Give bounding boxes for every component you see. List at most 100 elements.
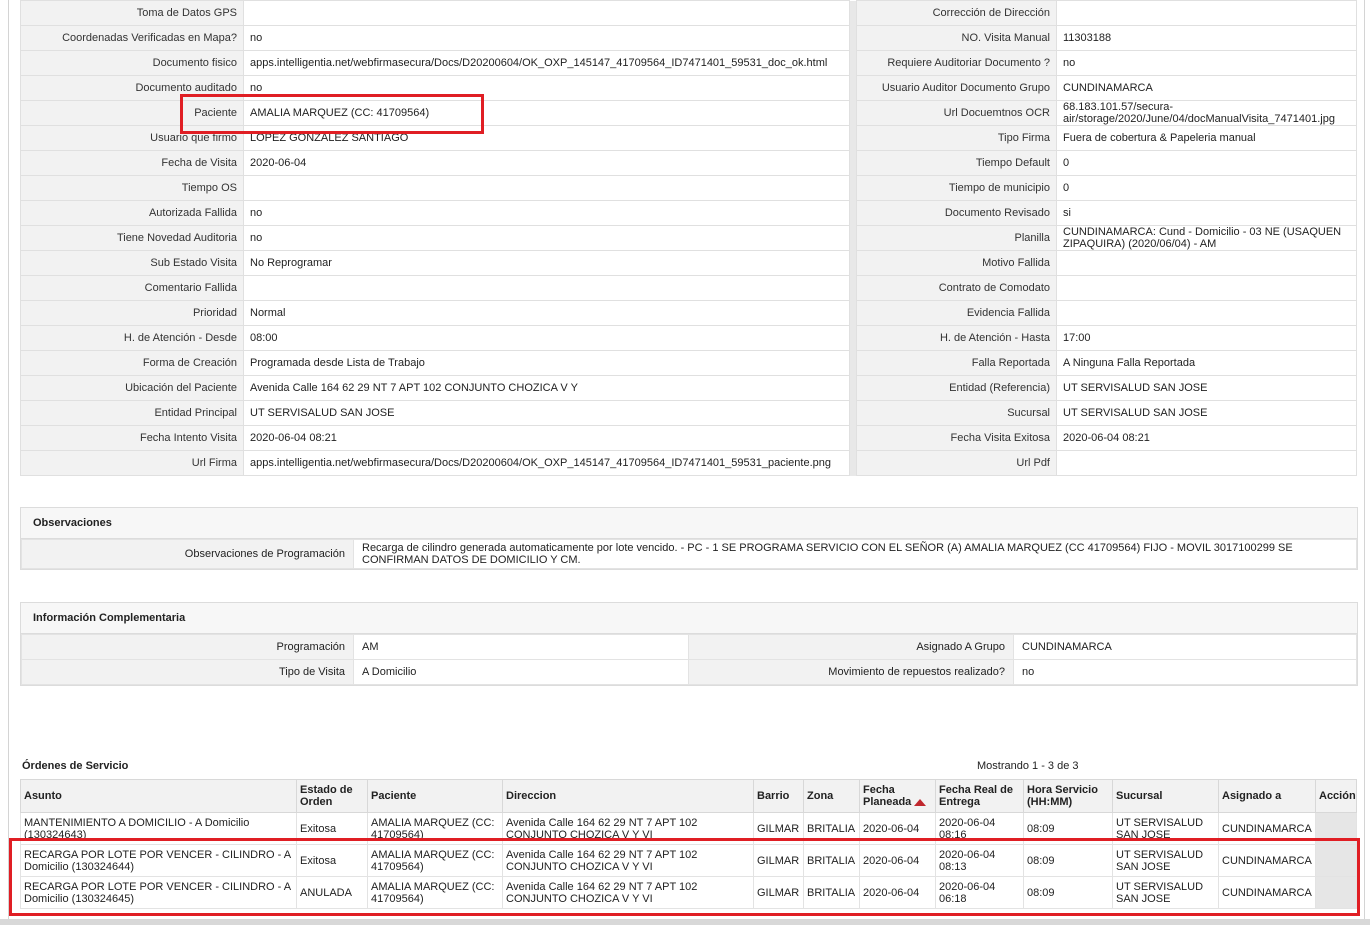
detail-separator <box>849 75 857 101</box>
detail-value <box>1056 0 1357 26</box>
detail-label: Fecha Visita Exitosa <box>856 425 1057 451</box>
observaciones-label: Observaciones de Programación <box>21 539 354 569</box>
detail-value: AMALIA MARQUEZ (CC: 41709564) <box>243 100 850 126</box>
cell-zona: BRITALIA <box>803 876 860 909</box>
cell-zona: BRITALIA <box>803 844 860 877</box>
detail-value: 11303188 <box>1056 25 1357 51</box>
table-row[interactable]: RECARGA POR LOTE POR VENCER - CILINDRO -… <box>20 876 1357 909</box>
detail-label: Tiene Novedad Auditoria <box>20 225 244 251</box>
cell-accion[interactable] <box>1315 876 1357 909</box>
col-header-asunto[interactable]: Asunto <box>20 779 297 813</box>
col-header-direccion[interactable]: Direccion <box>502 779 754 813</box>
detail-separator <box>849 300 857 326</box>
detail-value <box>243 0 850 26</box>
detail-label: Contrato de Comodato <box>856 275 1057 301</box>
detail-label: Entidad (Referencia) <box>856 375 1057 401</box>
detail-value: No Reprogramar <box>243 250 850 276</box>
detail-separator <box>849 225 857 251</box>
orders-title: Órdenes de Servicio <box>22 760 129 772</box>
cell-zona: BRITALIA <box>803 812 860 845</box>
detail-label: Url Firma <box>20 450 244 476</box>
detail-value: no <box>243 225 850 251</box>
detail-value: Fuera de cobertura & Papeleria manual <box>1056 125 1357 151</box>
tipo-visita-label: Tipo de Visita <box>21 659 354 685</box>
observaciones-panel: Observaciones Observaciones de Programac… <box>20 507 1358 570</box>
detail-row: Paciente AMALIA MARQUEZ (CC: 41709564) Url… <box>20 100 1357 126</box>
service-orders-table: Asunto Estado de Orden Paciente Direccio… <box>20 779 1357 909</box>
detail-value: 2020-06-04 <box>243 150 850 176</box>
detail-value: apps.intelligentia.net/webfirmasecura/Do… <box>243 450 850 476</box>
detail-separator <box>849 50 857 76</box>
detail-label: Usuario Auditor Documento Grupo <box>856 75 1057 101</box>
cell-sucursal: UT SERVISALUD SAN JOSE <box>1112 812 1219 845</box>
cell-estado: ANULADA <box>296 876 368 909</box>
detail-value <box>1056 275 1357 301</box>
detail-value <box>243 275 850 301</box>
cell-asunto: RECARGA POR LOTE POR VENCER - CILINDRO -… <box>20 844 297 877</box>
table-row[interactable]: RECARGA POR LOTE POR VENCER - CILINDRO -… <box>20 844 1357 877</box>
col-header-asignado[interactable]: Asignado a <box>1218 779 1316 813</box>
detail-value: no <box>243 75 850 101</box>
col-header-sucursal[interactable]: Sucursal <box>1112 779 1219 813</box>
detail-value: A Ninguna Falla Reportada <box>1056 350 1357 376</box>
table-row[interactable]: MANTENIMIENTO A DOMICILIO - A Domicilio … <box>20 812 1357 845</box>
info-complementaria-panel: Información Complementaria Programación … <box>20 602 1358 686</box>
detail-row: Tiempo OS Tiempo de municipio 0 <box>20 175 1357 201</box>
detail-value: 68.183.101.57/secura-air/storage/2020/Ju… <box>1056 100 1357 126</box>
detail-label: Forma de Creación <box>20 350 244 376</box>
cell-direccion: Avenida Calle 164 62 29 NT 7 APT 102 CON… <box>502 844 754 877</box>
cell-real: 2020-06-04 08:13 <box>935 844 1024 877</box>
detail-label: H. de Atención - Desde <box>20 325 244 351</box>
detail-row: Tiene Novedad Auditoria no Planilla CUNDINA… <box>20 225 1357 251</box>
detail-value <box>1056 300 1357 326</box>
col-header-zona[interactable]: Zona <box>803 779 860 813</box>
detail-label: Tiempo OS <box>20 175 244 201</box>
cell-accion[interactable] <box>1315 812 1357 845</box>
detail-row: Toma de Datos GPS Corrección de Dirección <box>20 0 1357 26</box>
detail-separator <box>849 250 857 276</box>
right-border-line <box>1364 0 1365 925</box>
cell-paciente: AMALIA MARQUEZ (CC: 41709564) <box>367 876 503 909</box>
cell-asignado: CUNDINAMARCA <box>1218 844 1316 877</box>
cell-fecha: 2020-06-04 <box>859 844 936 877</box>
info-complementaria-title: Información Complementaria <box>21 603 1357 634</box>
cell-fecha: 2020-06-04 <box>859 812 936 845</box>
detail-row: Documento auditado no Usuario Auditor Docu… <box>20 75 1357 101</box>
detail-row: Entidad Principal UT SERVISALUD SAN JOSE S… <box>20 400 1357 426</box>
detail-row: H. de Atención - Desde 08:00 H. de Atenció… <box>20 325 1357 351</box>
col-header-fecha-planeada[interactable]: Fecha Planeada <box>859 779 936 813</box>
cell-hora: 08:09 <box>1023 844 1113 877</box>
detail-value: LOPEZ GONZALEZ SANTIAGO <box>243 125 850 151</box>
detail-row: Documento fisico apps.intelligentia.net/w… <box>20 50 1357 76</box>
detail-separator <box>849 150 857 176</box>
detail-separator <box>849 325 857 351</box>
cell-fecha: 2020-06-04 <box>859 876 936 909</box>
asignado-grupo-label: Asignado A Grupo <box>688 634 1014 660</box>
col-header-hora-servicio[interactable]: Hora Servicio (HH:MM) <box>1023 779 1113 813</box>
service-visit-detail-page: Toma de Datos GPS Corrección de Dirección… <box>0 0 1370 925</box>
detail-separator <box>849 175 857 201</box>
detail-value: si <box>1056 200 1357 226</box>
detail-value: 2020-06-04 08:21 <box>1056 425 1357 451</box>
detail-value: CUNDINAMARCA <box>1056 75 1357 101</box>
detail-label: Fecha de Visita <box>20 150 244 176</box>
visit-detail-grid: Toma de Datos GPS Corrección de Dirección… <box>20 0 1357 476</box>
col-header-paciente[interactable]: Paciente <box>367 779 503 813</box>
cell-real: 2020-06-04 06:18 <box>935 876 1024 909</box>
col-header-fecha-real[interactable]: Fecha Real de Entrega <box>935 779 1024 813</box>
cell-accion[interactable] <box>1315 844 1357 877</box>
sort-ascending-icon[interactable] <box>914 798 927 806</box>
detail-label: Corrección de Dirección <box>856 0 1057 26</box>
detail-value: UT SERVISALUD SAN JOSE <box>1056 400 1357 426</box>
detail-value: UT SERVISALUD SAN JOSE <box>243 400 850 426</box>
detail-row: Comentario Fallida Contrato de Comodato <box>20 275 1357 301</box>
cell-hora: 08:09 <box>1023 876 1113 909</box>
detail-label: Sucursal <box>856 400 1057 426</box>
col-header-estado[interactable]: Estado de Orden <box>296 779 368 813</box>
col-header-barrio[interactable]: Barrio <box>753 779 804 813</box>
horizontal-scrollbar[interactable] <box>0 919 1370 925</box>
detail-row: Coordenadas Verificadas en Mapa? no NO. Vi… <box>20 25 1357 51</box>
detail-row: Url Firma apps.intelligentia.net/webfirma… <box>20 450 1357 476</box>
detail-label: Documento Revisado <box>856 200 1057 226</box>
detail-label: Tipo Firma <box>856 125 1057 151</box>
